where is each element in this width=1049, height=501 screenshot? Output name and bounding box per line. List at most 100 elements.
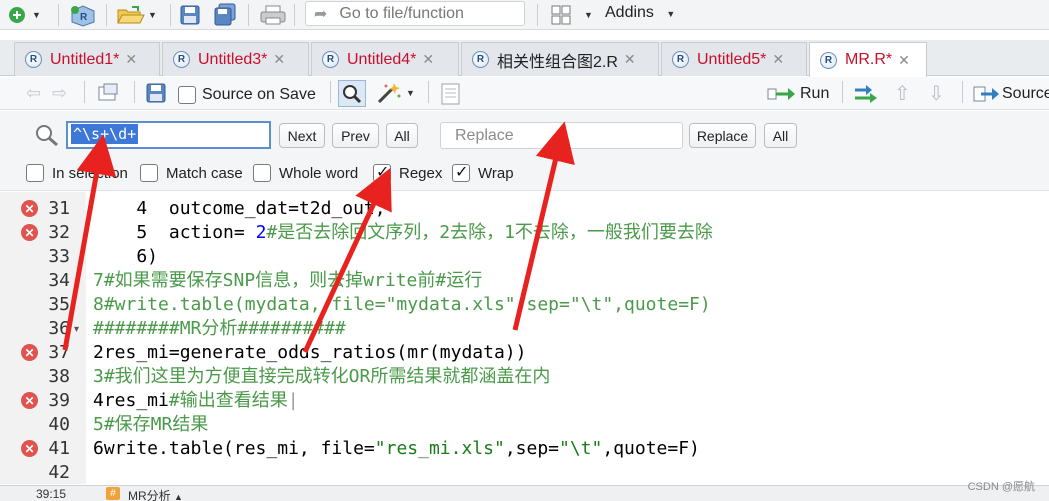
save-icon <box>146 83 166 103</box>
code-line: 2res_mi=generate_odds_ratios(mr(mydata)) <box>93 342 527 363</box>
open-file-button[interactable]: ▼ <box>116 3 157 27</box>
in-selection-option[interactable]: In selection <box>26 164 128 182</box>
status-bar: 39:15 # MR分析 ▲ <box>0 485 1049 501</box>
run-button[interactable]: Run <box>766 82 829 106</box>
wrap-checkbox[interactable] <box>452 162 470 182</box>
line-number: 34 <box>48 270 70 291</box>
r-file-icon: R <box>25 51 42 68</box>
run-arrow-icon <box>767 88 795 100</box>
whole-word-checkbox[interactable] <box>253 164 271 182</box>
close-icon[interactable]: ✕ <box>898 52 910 69</box>
watermark: CSDN @愿航 <box>967 481 1035 493</box>
code-token: outcome_dat=t2d_out, <box>168 198 386 219</box>
replace-all-button[interactable]: All <box>764 123 797 148</box>
toolbar-divider <box>58 4 59 26</box>
go-to-next-section-button[interactable]: ⇩ <box>928 81 945 105</box>
code-editor[interactable]: 4 outcome_dat=t2d_out, 5 action= 2#是否去除回… <box>86 192 1049 484</box>
find-input[interactable]: ^\s+\d+ <box>66 121 271 149</box>
wrap-option[interactable]: Wrap <box>452 162 514 182</box>
save-all-icon <box>214 3 236 26</box>
fold-caret-icon[interactable]: ▾ <box>74 324 79 335</box>
in-selection-label: In selection <box>52 164 128 182</box>
chevron-down-icon: ▼ <box>406 88 415 98</box>
arrow-right-icon: ⇨ <box>52 82 68 103</box>
show-in-window-button[interactable] <box>96 81 120 105</box>
close-icon[interactable]: ✕ <box>422 51 434 68</box>
match-case-label: Match case <box>166 164 243 182</box>
tab-untitled5[interactable]: R Untitled5* ✕ <box>661 42 807 76</box>
new-file-button[interactable]: ▼ <box>6 3 41 27</box>
match-case-checkbox[interactable] <box>140 164 158 182</box>
replace-button[interactable]: Replace <box>689 123 756 148</box>
toolbar-divider <box>134 81 135 103</box>
compile-report-button[interactable] <box>440 82 462 106</box>
chevron-down-icon: ▼ <box>584 10 593 20</box>
close-icon[interactable]: ✕ <box>273 51 285 68</box>
tab-label: Untitled3* <box>198 50 268 68</box>
source-button[interactable]: Source <box>972 82 1049 106</box>
section-icon: # <box>106 487 120 500</box>
tab-untitled1[interactable]: R Untitled1* ✕ <box>14 42 160 76</box>
find-next-button[interactable]: Next <box>279 123 325 148</box>
close-icon[interactable]: ✕ <box>624 51 636 68</box>
regex-checkbox[interactable] <box>373 162 391 182</box>
print-icon <box>260 5 286 25</box>
back-button[interactable]: ⇦ <box>26 81 41 105</box>
find-replace-button[interactable] <box>338 80 366 107</box>
code-comment: #是否去除回文序列，2去除，1不去除，一般我们要去除 <box>266 222 713 243</box>
find-all-button[interactable]: All <box>386 123 418 148</box>
new-project-button[interactable]: R <box>68 3 98 27</box>
toolbar-divider <box>428 81 429 103</box>
close-icon[interactable]: ✕ <box>125 51 137 68</box>
in-selection-checkbox[interactable] <box>26 164 44 182</box>
toolbar-divider <box>294 4 295 26</box>
r-file-icon: R <box>820 51 837 69</box>
addins-label: Addins <box>605 4 654 21</box>
replace-input[interactable]: Replace <box>440 122 683 149</box>
line-number: 39 <box>48 390 70 411</box>
regex-option[interactable]: Regex <box>373 162 442 182</box>
pane-layout-button[interactable]: ▼ <box>550 3 593 27</box>
save-button[interactable] <box>178 3 202 27</box>
svg-text:R: R <box>80 12 88 23</box>
whole-word-option[interactable]: Whole word <box>253 164 358 182</box>
chevron-down-icon: ▼ <box>666 9 676 19</box>
source-on-save-checkbox[interactable] <box>178 86 196 104</box>
print-button[interactable] <box>258 3 288 27</box>
save-current-button[interactable] <box>144 81 168 105</box>
code-line: 6) <box>93 246 159 267</box>
whole-word-label: Whole word <box>279 164 359 182</box>
code-tools-button[interactable]: ▼ <box>376 81 415 105</box>
editor-toolbar: ⇦ ⇨ Source on Save ▼ Run ⇧ ⇩ Source <box>0 77 1049 110</box>
tab-correlation-plot[interactable]: R 相关性组合图2.R ✕ <box>461 42 659 76</box>
code-line: 5#保存MR结果 <box>93 414 209 435</box>
go-to-previous-section-button[interactable]: ⇧ <box>894 81 911 105</box>
source-on-save-toggle[interactable]: Source on Save <box>178 83 316 107</box>
toolbar-divider <box>170 4 171 26</box>
addins-menu[interactable]: Addins ▼ <box>605 4 675 22</box>
wrap-label: Wrap <box>478 164 514 182</box>
go-to-file-input[interactable]: ➦ Go to file/function <box>305 1 525 26</box>
section-navigator[interactable]: MR分析 ▲ <box>128 487 183 501</box>
r-file-icon: R <box>672 51 689 68</box>
tab-label: MR.R* <box>845 51 893 68</box>
replace-label: Replace <box>696 127 749 144</box>
tab-untitled3[interactable]: R Untitled3* ✕ <box>162 42 309 76</box>
line-number: 32 <box>48 222 70 243</box>
rerun-button[interactable] <box>852 82 882 106</box>
tab-untitled4[interactable]: R Untitled4* ✕ <box>311 42 459 76</box>
forward-button[interactable]: ⇨ <box>52 81 67 105</box>
save-all-button[interactable] <box>212 3 240 27</box>
replace-all-label: All <box>772 127 789 144</box>
replace-placeholder: Replace <box>455 127 514 144</box>
toolbar-divider <box>84 81 85 103</box>
match-case-option[interactable]: Match case <box>140 164 243 182</box>
line-number: 42 <box>48 462 70 483</box>
editor-tab-bar: R Untitled1* ✕ R Untitled3* ✕ R Untitled… <box>0 40 1049 77</box>
close-icon[interactable]: ✕ <box>772 51 784 68</box>
find-prev-button[interactable]: Prev <box>332 123 379 148</box>
code-line: 5 action= 2#是否去除回文序列，2去除，1不去除，一般我们要去除 <box>93 221 713 245</box>
tab-mr-r[interactable]: R MR.R* ✕ <box>809 42 927 77</box>
search-icon <box>34 123 60 151</box>
main-toolbar: ▼ R ▼ ➦ Go to file/function ▼ Addins ▼ <box>0 0 1049 30</box>
